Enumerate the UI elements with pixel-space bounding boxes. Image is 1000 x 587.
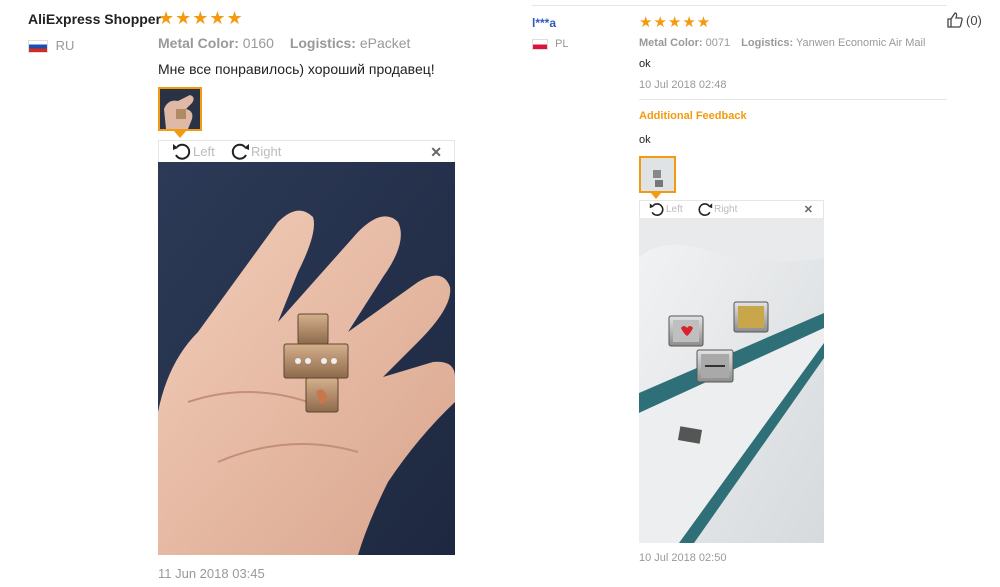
review-text: ok [639, 58, 651, 70]
additional-feedback-text: ok [639, 134, 651, 146]
metal-color-label: Metal Color: [639, 37, 703, 49]
rotate-right-button[interactable]: Right [696, 201, 737, 217]
review-text: Мне все понравилось) хороший продавец! [158, 61, 435, 77]
country-code: RU [55, 38, 75, 53]
review-props: Metal Color: 0071 Logistics: Yanwen Econ… [639, 37, 925, 49]
review-author: AliExpress Shopper [28, 11, 162, 27]
image-viewer-toolbar: Left Right ✕ [158, 140, 455, 162]
review-photo-thumbnail[interactable] [639, 156, 676, 193]
helpful-count: (0) [966, 12, 982, 28]
thumbnail-caret [174, 131, 186, 138]
review-country: RU [28, 38, 75, 54]
logistics-value: Yanwen Economic Air Mail [795, 37, 926, 49]
rotate-left-icon [173, 143, 191, 160]
logistics-label: Logistics: [741, 37, 794, 49]
rotate-left-button[interactable]: Left [648, 201, 683, 217]
rotate-left-button[interactable]: Left [171, 141, 215, 161]
rotate-right-icon [698, 203, 713, 216]
thumbnail-caret [651, 193, 661, 199]
metal-color-value: 0160 [242, 35, 274, 51]
charms-on-notebook-image [639, 218, 824, 543]
additional-feedback-title: Additional Feedback [639, 110, 747, 122]
review-country: PL [532, 38, 569, 50]
rotate-right-button[interactable]: Right [229, 141, 281, 161]
flag-pl-icon [532, 38, 548, 50]
charms-thumbnail-image [641, 158, 674, 191]
country-code: PL [555, 38, 569, 50]
rotate-right-label: Right [251, 143, 282, 159]
review-props: Metal Color: 0160 Logistics: ePacket [158, 35, 410, 51]
review-photo-large[interactable] [639, 218, 824, 543]
rotate-right-icon [231, 143, 249, 160]
thumbs-up-icon [947, 12, 963, 28]
review-date: 10 Jul 2018 02:48 [639, 79, 727, 91]
logistics-value: ePacket [359, 35, 411, 51]
star-rating: ★★★★★ [639, 14, 712, 31]
rotate-left-label: Left [193, 143, 215, 159]
flag-ru-icon [28, 40, 48, 54]
helpful-button[interactable]: (0) [946, 11, 982, 29]
hand-with-charms-image [158, 162, 455, 555]
review-separator [639, 99, 947, 100]
logistics-label: Logistics: [289, 35, 356, 51]
review-date: 11 Jun 2018 03:45 [158, 566, 265, 581]
star-rating: ★★★★★ [158, 8, 244, 28]
review-separator-top [532, 5, 947, 6]
additional-feedback-date: 10 Jul 2018 02:50 [639, 552, 727, 564]
hand-thumbnail-image [160, 89, 200, 129]
rotate-left-icon [649, 203, 664, 216]
rotate-left-label: Left [666, 203, 683, 215]
close-viewer-button[interactable]: ✕ [804, 203, 813, 216]
rotate-right-label: Right [714, 203, 738, 215]
close-viewer-button[interactable]: ✕ [430, 144, 442, 161]
review-photo-large[interactable] [158, 162, 455, 555]
review-photo-thumbnail[interactable] [158, 87, 202, 131]
metal-color-value: 0071 [705, 37, 731, 49]
metal-color-label: Metal Color: [158, 35, 239, 51]
image-viewer-toolbar: Left Right ✕ [639, 200, 824, 218]
review-author[interactable]: l***a [532, 16, 556, 30]
